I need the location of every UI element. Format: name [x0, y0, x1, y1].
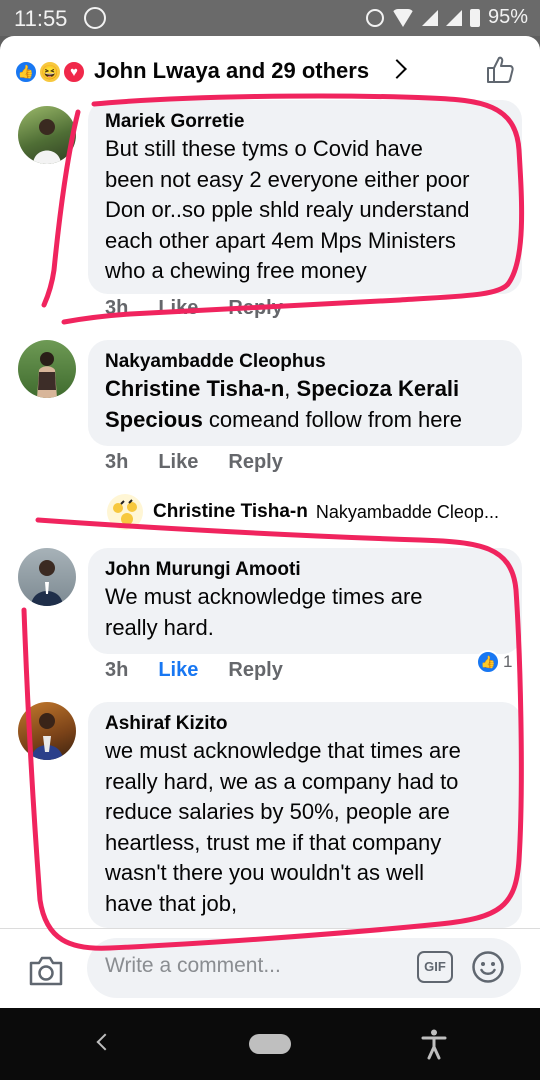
- comment-bubble[interactable]: Nakyambadde Cleophus Christine Tisha-n, …: [88, 340, 522, 446]
- avatar[interactable]: [18, 548, 76, 606]
- reply-button[interactable]: Reply: [228, 659, 282, 682]
- comments-sheet: 👍 😆 ♥ John Lwaya and 29 others Mariek Go…: [0, 36, 540, 1008]
- comment-text: been not easy 2 everyone either poor: [105, 166, 470, 192]
- divider: [0, 928, 540, 929]
- chevron-right-icon[interactable]: [387, 59, 407, 79]
- comment-actions: 3h Like Reply: [105, 297, 313, 320]
- comment-text-rest: comeand follow from here: [202, 406, 463, 432]
- whatsapp-icon: [84, 7, 106, 29]
- comment-author[interactable]: John Murungi Amooti: [105, 558, 506, 582]
- battery-icon: [469, 8, 480, 27]
- comment-actions: 3h Like Reply: [105, 451, 313, 474]
- haha-reaction-icon: 😆: [38, 60, 62, 84]
- avatar[interactable]: [18, 340, 76, 398]
- mention-link[interactable]: Specioza Kerali: [297, 376, 460, 401]
- comment-bubble[interactable]: John Murungi Amooti We must acknowledge …: [88, 548, 522, 654]
- comment-text: Specious comeand follow from here: [105, 405, 506, 436]
- emoji-icon[interactable]: [471, 950, 505, 984]
- like-outline-icon[interactable]: [484, 54, 516, 86]
- comment-author[interactable]: Mariek Gorretie: [105, 110, 506, 134]
- status-bar: 11:55 95%: [0, 0, 540, 36]
- reaction-count[interactable]: 1: [503, 652, 512, 672]
- mention-separator: ,: [284, 376, 297, 401]
- reply-author[interactable]: Christine Tisha-n: [153, 501, 308, 523]
- comment-time: 3h: [105, 451, 129, 473]
- comment-author[interactable]: Nakyambadde Cleophus: [105, 350, 506, 374]
- wifi-icon: [391, 8, 414, 27]
- comment-text: have that job,: [105, 890, 238, 916]
- comment-time: 3h: [105, 659, 129, 681]
- reply-snippet: Nakyambadde Cleop...: [315, 501, 499, 522]
- love-reaction-icon: ♥: [62, 60, 86, 84]
- comment-input[interactable]: Write a comment... GIF: [87, 938, 521, 998]
- signal-icon-2: [445, 9, 462, 26]
- status-time: 11:55: [14, 6, 68, 31]
- camera-icon[interactable]: [26, 951, 66, 991]
- mention-link[interactable]: Specious: [105, 407, 203, 432]
- comment-text: really hard.: [105, 614, 214, 640]
- comment-text: each other apart 4em Mps Ministers: [105, 227, 456, 253]
- comment-text: Christine Tisha-n, Specioza Kerali: [105, 374, 506, 405]
- like-button[interactable]: Like: [158, 451, 198, 474]
- like-button[interactable]: Like: [158, 659, 198, 682]
- comment-time: 3h: [105, 297, 129, 319]
- back-icon[interactable]: [96, 1033, 114, 1051]
- comment-bubble[interactable]: Mariek Gorretie But still these tyms o C…: [88, 100, 522, 294]
- like-reaction-icon: 👍: [14, 60, 38, 84]
- comment-text: heartless, trust me if that company: [105, 829, 442, 855]
- reply-button[interactable]: Reply: [228, 297, 282, 320]
- comment-text: we must acknowledge that times are: [105, 738, 461, 763]
- comment-text: We must acknowledge times are: [105, 584, 423, 609]
- system-nav-bar: [0, 1008, 540, 1080]
- battery-percent: 95%: [487, 6, 528, 28]
- comment-text: Don or..so pple shld realy understand: [105, 197, 470, 222]
- reactions-bar[interactable]: 👍 😆 ♥ John Lwaya and 29 others: [0, 36, 540, 106]
- comment-text: But still these tyms o Covid have: [105, 136, 423, 161]
- reply-button[interactable]: Reply: [228, 451, 282, 474]
- avatar[interactable]: [18, 702, 76, 760]
- comment-author[interactable]: Ashiraf Kizito: [105, 712, 506, 736]
- comment-text: wasn't there you wouldn't as well: [105, 860, 425, 885]
- avatar[interactable]: [107, 494, 143, 530]
- gif-button[interactable]: GIF: [417, 951, 453, 983]
- comment-input-placeholder[interactable]: Write a comment...: [105, 954, 281, 978]
- like-reaction-icon[interactable]: 👍: [476, 650, 500, 674]
- reactions-summary[interactable]: John Lwaya and 29 others: [94, 58, 369, 84]
- status-indicators: 95%: [365, 6, 528, 29]
- accessibility-icon[interactable]: [420, 1028, 448, 1060]
- signal-icon: [421, 9, 438, 26]
- reply-preview[interactable]: Christine Tisha-n Nakyambadde Cleop...: [107, 494, 499, 530]
- home-pill-icon[interactable]: [249, 1034, 291, 1054]
- data-saver-icon: [365, 8, 384, 27]
- reaction-icons: 👍 😆 ♥: [14, 60, 90, 84]
- mention-link[interactable]: Christine Tisha-n: [105, 376, 284, 401]
- comment-text: who a chewing free money: [105, 258, 367, 283]
- avatar[interactable]: [18, 106, 76, 164]
- comment-text: reduce salaries by 50%, people are: [105, 799, 450, 824]
- like-button[interactable]: Like: [158, 297, 198, 320]
- comment-bubble[interactable]: Ashiraf Kizito we must acknowledge that …: [88, 702, 522, 928]
- comment-actions: 3h Like Reply: [105, 659, 313, 682]
- comment-text: really hard, we as a company had to: [105, 768, 459, 794]
